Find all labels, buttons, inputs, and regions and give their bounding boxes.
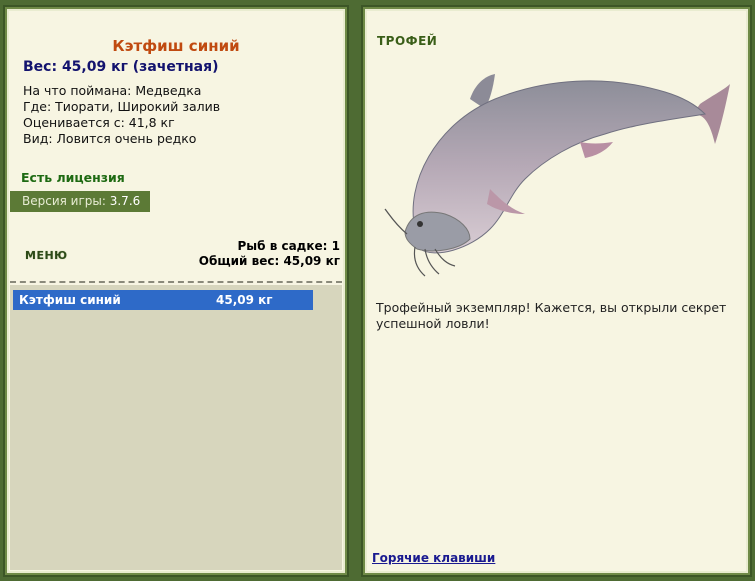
version-label: Версия игры: — [22, 194, 106, 208]
total-weight: Общий вес: 45,09 кг — [198, 254, 340, 268]
cage-row-name: Кэтфиш синий — [19, 293, 121, 307]
fish-location: Где: Тиорати, Широкий залив — [23, 99, 221, 114]
license-status: Есть лицензия — [21, 170, 125, 185]
menu-button[interactable]: МЕНЮ — [25, 249, 68, 262]
cage-row-weight: 45,09 кг — [216, 293, 273, 307]
catfish-image — [384, 74, 730, 277]
fish-rarity: Вид: Ловится очень редко — [23, 131, 197, 146]
trophy-description: Трофейный экземпляр! Кажется, вы открыли… — [376, 300, 727, 331]
trophy-label: ТРОФЕЙ — [377, 34, 438, 48]
game-version: Версия игры: 3.7.6 — [10, 191, 150, 212]
fish-bait: На что поймана: Медведка — [23, 83, 202, 98]
fish-value: Оценивается с: 41,8 кг — [23, 115, 175, 130]
fish-info-panel: Кэтфиш синий Вес: 45,09 кг (зачетная) На… — [5, 7, 347, 575]
hotkeys-link[interactable]: Горячие клавиши — [372, 551, 495, 565]
cage-list: Кэтфиш синий 45,09 кг — [10, 285, 342, 570]
divider — [10, 281, 342, 283]
trophy-panel: ТРОФЕЙ Трофейный экземпляр! Кажется, вы … — [363, 7, 750, 575]
fish-weight: Вес: 45,09 кг (зачетная) — [23, 59, 219, 75]
cage-stats: Рыб в садке: 1 Общий вес: 45,09 кг — [199, 239, 340, 269]
version-number: 3.7.6 — [109, 194, 141, 208]
fish-name: Кэтфиш синий — [112, 37, 240, 55]
cage-row[interactable]: Кэтфиш синий 45,09 кг — [13, 290, 313, 310]
fish-count: Рыб в садке: 1 — [237, 239, 341, 253]
